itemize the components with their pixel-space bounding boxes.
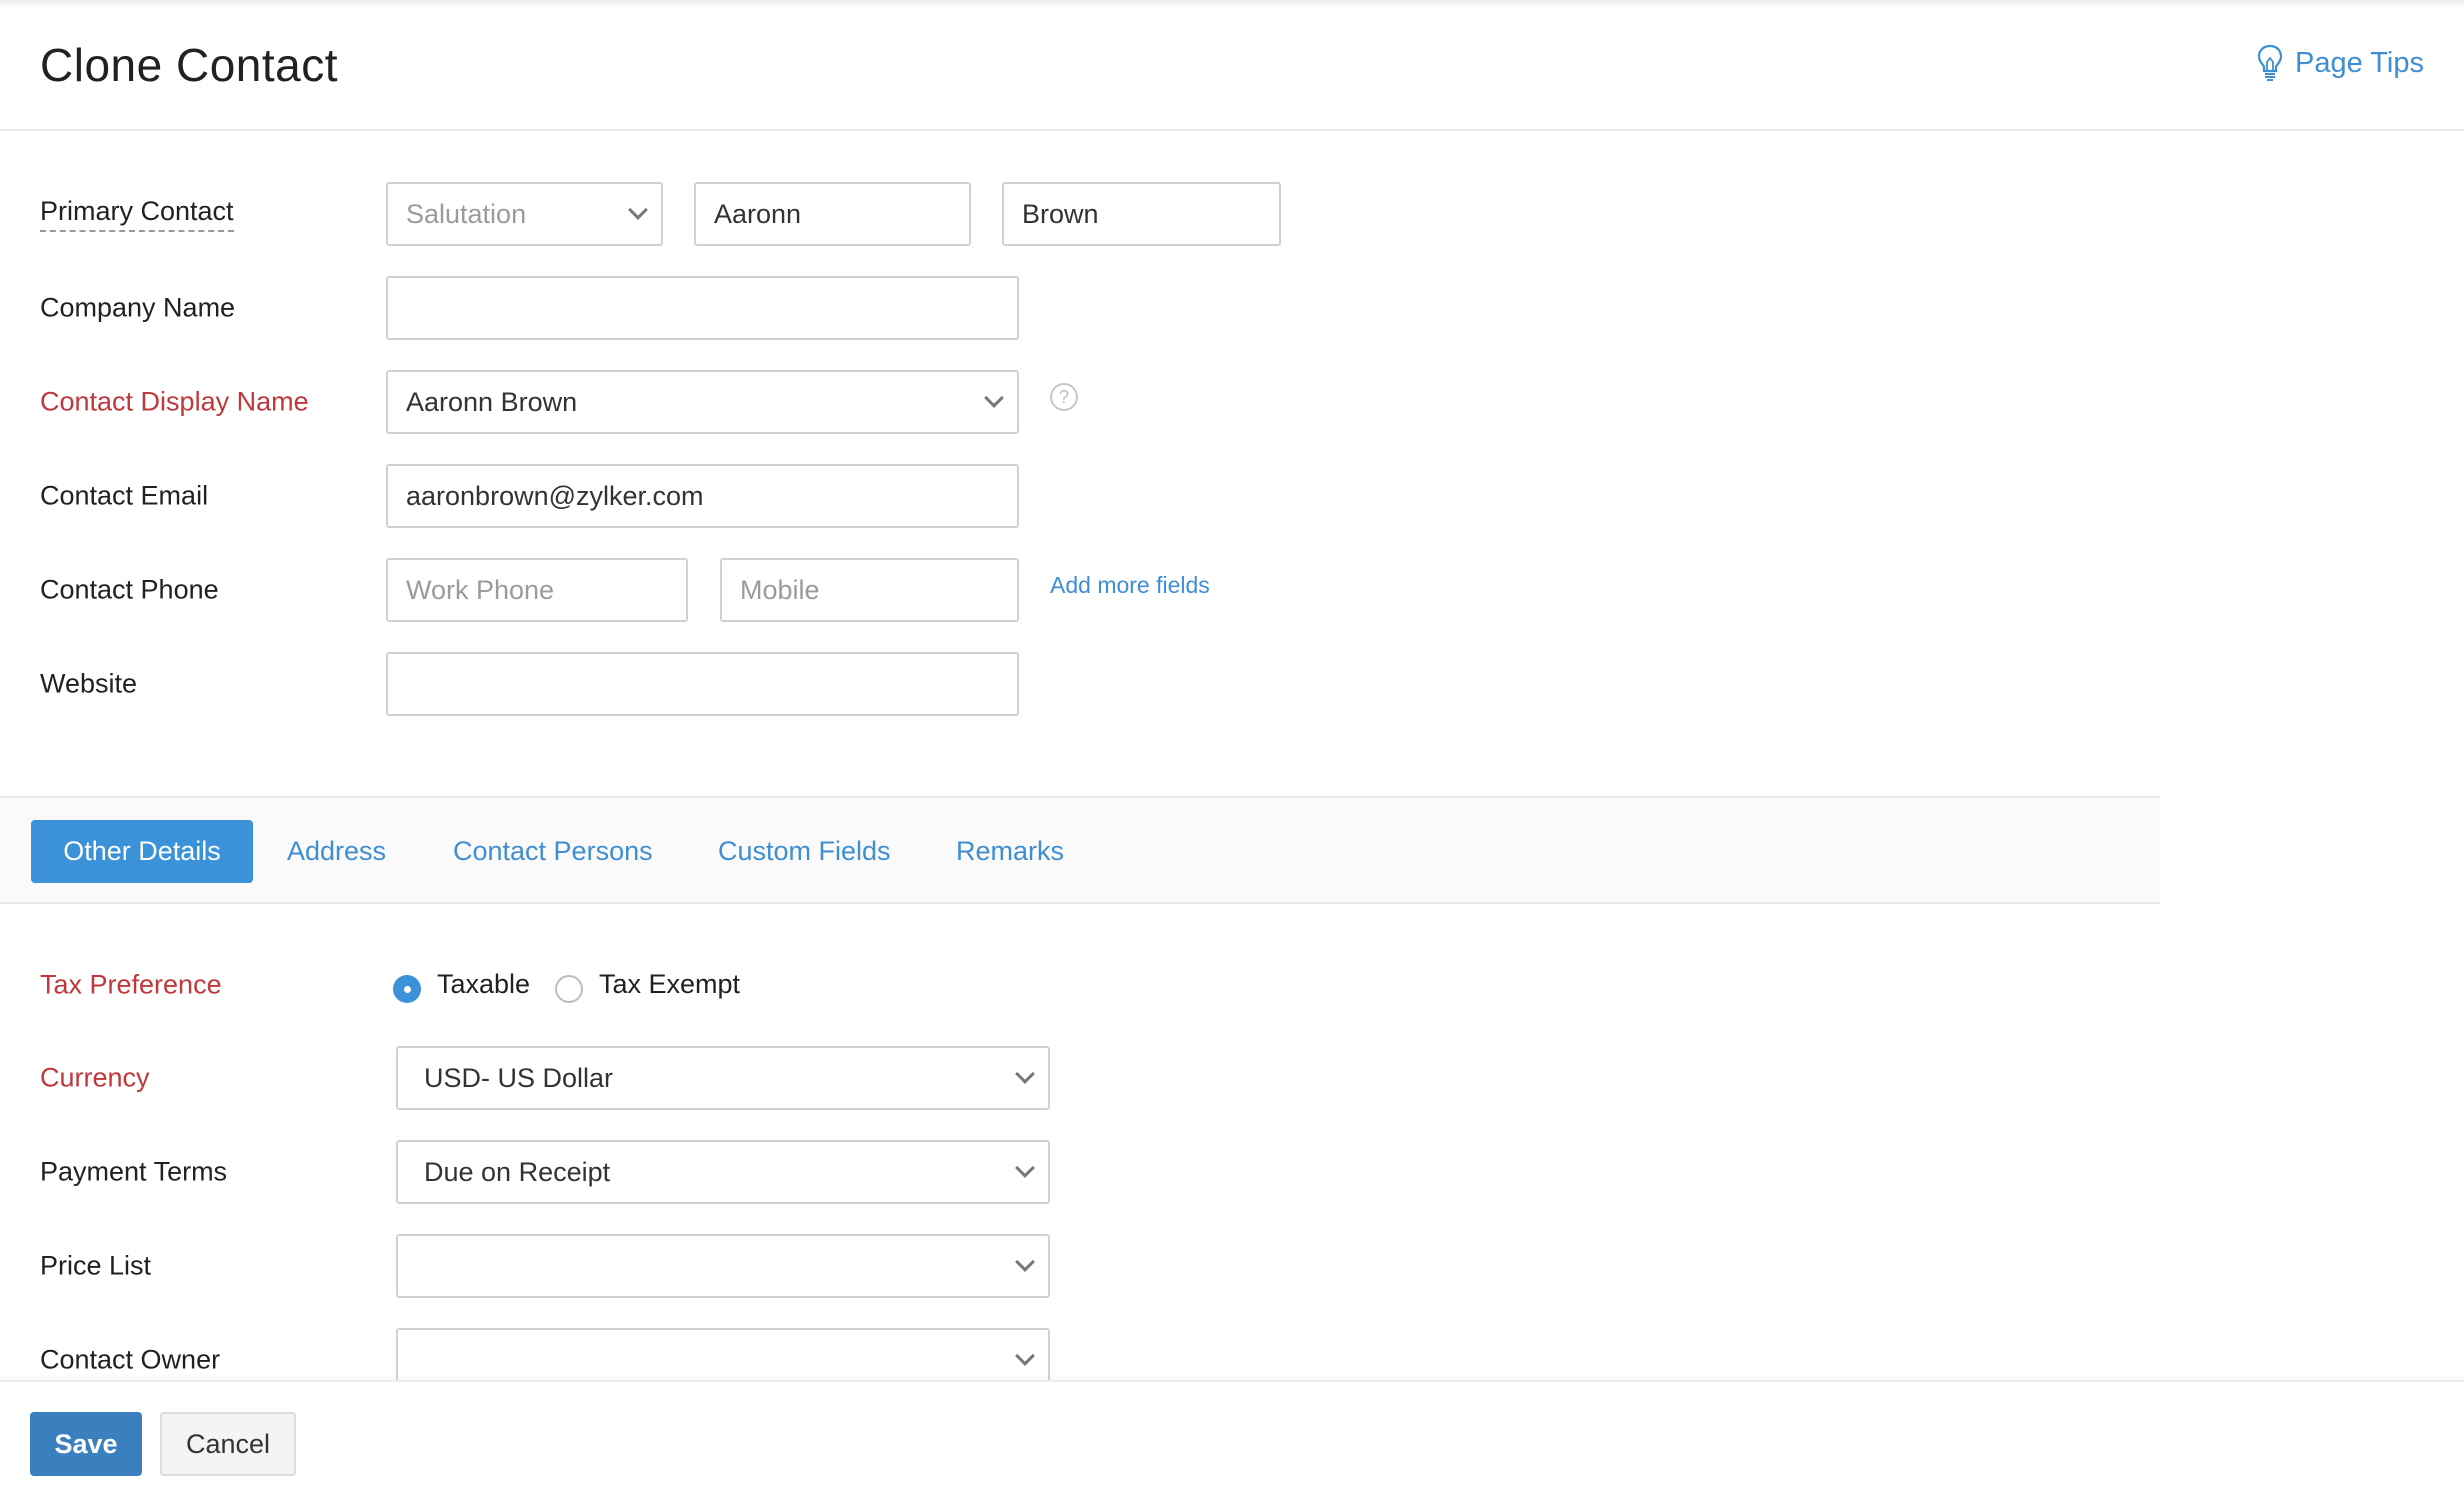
tab-bar: Other Details Address Contact Persons Cu… — [0, 796, 2160, 904]
page-title: Clone Contact — [40, 39, 338, 91]
chevron-down-icon — [1015, 1252, 1035, 1272]
page-header: Clone Contact Page Tips — [0, 0, 2464, 131]
taxable-label: Taxable — [437, 969, 531, 999]
website-row: Website — [0, 652, 2464, 716]
tax-exempt-radio[interactable] — [555, 975, 583, 1003]
phone-label: Contact Phone — [40, 574, 219, 605]
lightbulb-icon — [2257, 44, 2283, 81]
chevron-down-icon — [628, 200, 648, 220]
primary-contact-label: Primary Contact — [40, 196, 234, 232]
currency-select[interactable]: USD- US Dollar — [396, 1046, 1050, 1110]
tab-address[interactable]: Address — [287, 820, 386, 883]
last-name-input[interactable]: Brown — [1002, 182, 1281, 246]
phone-row: Contact Phone Work Phone Mobile — [0, 558, 2464, 622]
company-name-input[interactable] — [386, 276, 1019, 340]
salutation-placeholder: Salutation — [406, 198, 527, 229]
primary-contact-row: Primary Contact Salutation Aaronn Brown — [0, 182, 2464, 246]
form-footer: Save Cancel — [0, 1380, 2464, 1502]
currency-label: Currency — [40, 1062, 150, 1093]
display-name-value: Aaronn Brown — [406, 386, 578, 417]
salutation-select[interactable]: Salutation — [386, 182, 663, 246]
tab-custom-fields[interactable]: Custom Fields — [718, 820, 891, 883]
company-name-label: Company Name — [40, 292, 236, 323]
tax-preference-row: Tax Preference Taxable Tax Exempt — [0, 953, 2464, 1017]
tab-other-details[interactable]: Other Details — [31, 820, 253, 883]
email-row: Contact Email aaronbrown@zylker.com — [0, 464, 2464, 528]
display-name-row: Contact Display Name Aaronn Brown — [0, 370, 2464, 434]
email-label: Contact Email — [40, 480, 209, 511]
display-name-select[interactable]: Aaronn Brown — [386, 370, 1019, 434]
contact-owner-label: Contact Owner — [40, 1344, 221, 1375]
display-name-label: Contact Display Name — [40, 386, 309, 417]
email-input[interactable]: aaronbrown@zylker.com — [386, 464, 1019, 528]
tax-exempt-label: Tax Exempt — [599, 969, 741, 999]
price-list-select[interactable] — [396, 1234, 1050, 1298]
taxable-radio[interactable] — [393, 975, 421, 1003]
currency-value: USD- US Dollar — [424, 1062, 614, 1093]
payment-terms-label: Payment Terms — [40, 1156, 228, 1187]
currency-row: Currency USD- US Dollar — [0, 1046, 2464, 1110]
website-input[interactable] — [386, 652, 1019, 716]
website-label: Website — [40, 668, 138, 699]
mobile-input[interactable]: Mobile — [720, 558, 1019, 622]
payment-terms-value: Due on Receipt — [424, 1156, 611, 1187]
payment-terms-select[interactable]: Due on Receipt — [396, 1140, 1050, 1204]
page-tips-label: Page Tips — [2295, 46, 2424, 79]
company-name-row: Company Name — [0, 276, 2464, 340]
cancel-button[interactable]: Cancel — [160, 1412, 296, 1476]
tab-contact-persons[interactable]: Contact Persons — [453, 820, 653, 883]
chevron-down-icon — [1015, 1346, 1035, 1366]
tax-preference-label: Tax Preference — [40, 969, 222, 1000]
first-name-input[interactable]: Aaronn — [694, 182, 971, 246]
chevron-down-icon — [1015, 1064, 1035, 1084]
page-tips-link[interactable]: Page Tips — [2257, 44, 2424, 82]
help-icon[interactable]: ? — [1050, 383, 1078, 411]
top-shadow — [0, 0, 2464, 8]
price-list-label: Price List — [40, 1250, 152, 1281]
chevron-down-icon — [1015, 1158, 1035, 1178]
save-button[interactable]: Save — [30, 1412, 142, 1476]
chevron-down-icon — [984, 388, 1004, 408]
payment-terms-row: Payment Terms Due on Receipt — [0, 1140, 2464, 1204]
work-phone-input[interactable]: Work Phone — [386, 558, 688, 622]
price-list-row: Price List — [0, 1234, 2464, 1298]
add-more-fields-link[interactable]: Add more fields — [1050, 572, 1210, 599]
tab-remarks[interactable]: Remarks — [956, 820, 1064, 883]
